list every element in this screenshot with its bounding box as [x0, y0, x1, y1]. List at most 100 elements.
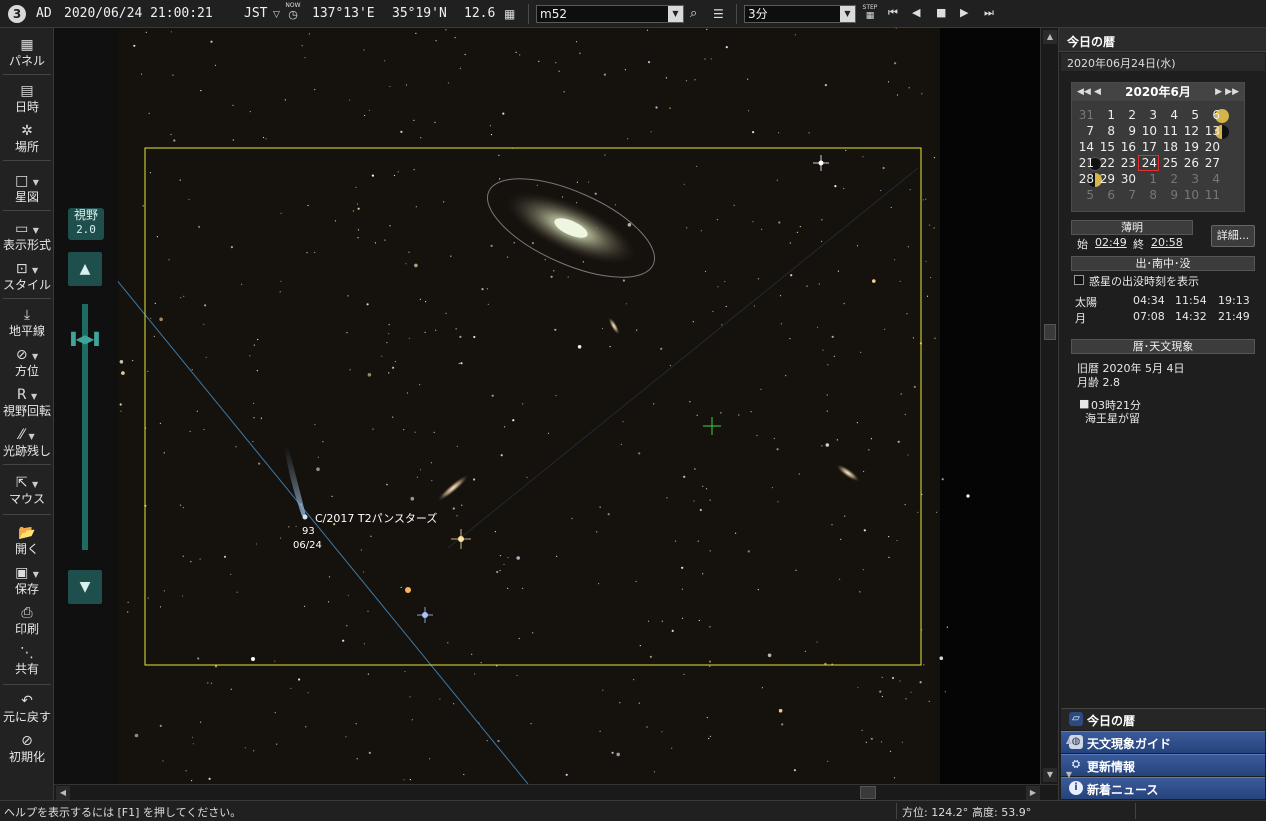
calendar-day[interactable]: 17	[1138, 139, 1159, 155]
longitude-display[interactable]: 137°13'E	[312, 6, 375, 21]
style-button[interactable]: ⊡ ▼ スタイル	[0, 260, 54, 292]
calendar-day[interactable]: 9	[1117, 123, 1138, 139]
rotate-button[interactable]: R ▼ 視野回転	[0, 386, 54, 418]
display-format-button[interactable]: ▭ ▼ 表示形式	[0, 220, 54, 252]
panel-scroll-down-icon[interactable]: ▼	[1062, 768, 1076, 782]
calendar-day[interactable]: 14	[1075, 139, 1096, 155]
calendar-day[interactable]: 30	[1117, 171, 1138, 187]
calendar-day[interactable]: 31	[1075, 107, 1096, 123]
datetime-button[interactable]: ▤ 日時	[0, 82, 54, 114]
scroll-left-icon[interactable]: ◀	[56, 786, 70, 800]
calendar-day[interactable]: 21	[1075, 155, 1096, 171]
datetime-display[interactable]: 2020/06/24 21:00:21	[64, 6, 213, 21]
tab-news[interactable]: i 新着ニュース	[1061, 777, 1265, 799]
prev-month-icon[interactable]: ◀◀ ◀	[1077, 83, 1101, 101]
calendar-day[interactable]: 4	[1159, 107, 1180, 123]
tab-astronomy-guide[interactable]: ◍ 天文現象ガイド	[1061, 731, 1265, 753]
calendar-day[interactable]: 10	[1138, 123, 1159, 139]
calendar-day[interactable]: 10	[1180, 187, 1201, 203]
time-step-combo[interactable]: 3分 ▼	[744, 5, 856, 23]
planet-rise-set-checkbox[interactable]	[1074, 275, 1084, 285]
calendar-day[interactable]: 11	[1159, 123, 1180, 139]
elevation-display[interactable]: 12.6	[464, 6, 495, 21]
tab-updates[interactable]: ⛭ 更新情報	[1061, 754, 1265, 776]
sky-view[interactable]: C/2017 T2パンスターズ 93 06/24	[118, 28, 1040, 784]
detail-button[interactable]: 詳細...	[1211, 225, 1255, 247]
scroll-thumb[interactable]	[1044, 324, 1056, 340]
calendar-day[interactable]: 5	[1075, 187, 1096, 203]
fov-indicator[interactable]: 視野 2.0	[68, 208, 104, 240]
panel-button[interactable]: ▦ パネル	[0, 36, 54, 68]
scroll-right-icon[interactable]: ▶	[1026, 786, 1040, 800]
skip-forward-icon[interactable]: ⏭	[984, 6, 994, 20]
app-logo[interactable]: 3	[8, 5, 26, 23]
calendar-day[interactable]: 9	[1159, 187, 1180, 203]
next-month-icon[interactable]: ▶ ▶▶	[1215, 83, 1239, 101]
calendar-day[interactable]: 13	[1201, 123, 1222, 139]
open-button[interactable]: 📂 開く	[0, 524, 54, 556]
calendar-day[interactable]: 12	[1180, 123, 1201, 139]
calendar-day[interactable]: 1	[1096, 107, 1117, 123]
calendar-day[interactable]: 25	[1159, 155, 1180, 171]
zoom-in-button[interactable]: ▲	[68, 252, 102, 286]
comet-nucleus[interactable]	[302, 514, 308, 520]
calendar-day[interactable]: 28	[1075, 171, 1096, 187]
vertical-scrollbar[interactable]: ▲ ▼	[1040, 28, 1058, 784]
location-button[interactable]: ✲ 場所	[0, 122, 54, 154]
print-button[interactable]: ⎙ 印刷	[0, 604, 54, 636]
calendar-day[interactable]: 4	[1201, 171, 1222, 187]
horizontal-scrollbar[interactable]: ◀ ▶	[54, 784, 1058, 800]
scroll-thumb[interactable]	[860, 786, 876, 799]
stop-icon[interactable]: ■	[936, 6, 946, 19]
trail-button[interactable]: ⁄⁄ ▼ 光跡残し	[0, 426, 54, 458]
object-search-combo[interactable]: m52 ▼	[536, 5, 684, 23]
calendar-day[interactable]: 22	[1096, 155, 1117, 171]
calendar-day[interactable]: 26	[1180, 155, 1201, 171]
step-icon[interactable]: STEP ▦	[861, 4, 879, 21]
calendar-day[interactable]: 20	[1201, 139, 1222, 155]
calendar-day[interactable]: 8	[1096, 123, 1117, 139]
share-button[interactable]: ⋱ 共有	[0, 644, 54, 676]
calendar-day[interactable]: 11	[1201, 187, 1222, 203]
calendar-day[interactable]: 29	[1096, 171, 1117, 187]
direction-button[interactable]: ⊘ ▼ 方位	[0, 346, 54, 378]
scroll-up-icon[interactable]: ▲	[1043, 30, 1057, 44]
skip-back-icon[interactable]: ⏮	[888, 6, 898, 20]
calendar-day-today[interactable]: 24	[1138, 155, 1159, 171]
keyboard-icon[interactable]: ▦	[504, 6, 515, 22]
starmap-button[interactable]: □ ▼ 星図	[0, 172, 54, 204]
undo-button[interactable]: ↶ 元に戻す	[0, 692, 54, 724]
horizon-button[interactable]: ⤓ 地平線	[0, 306, 54, 338]
list-icon[interactable]: ☰	[713, 6, 724, 22]
calendar-day[interactable]: 1	[1138, 171, 1159, 187]
calendar-day[interactable]: 18	[1159, 139, 1180, 155]
calendar-day[interactable]: 5	[1180, 107, 1201, 123]
comet-label[interactable]: C/2017 T2パンスターズ	[315, 510, 437, 526]
calendar-day[interactable]: 23	[1117, 155, 1138, 171]
step-forward-icon[interactable]: ▶	[960, 6, 968, 19]
latitude-display[interactable]: 35°19'N	[392, 6, 447, 21]
calendar-day[interactable]: 15	[1096, 139, 1117, 155]
zoom-out-button[interactable]: ▼	[68, 570, 102, 604]
chevron-down-icon[interactable]: ▼	[668, 6, 683, 22]
calendar-day[interactable]: 3	[1138, 107, 1159, 123]
scroll-down-icon[interactable]: ▼	[1043, 768, 1057, 782]
tab-today-almanac[interactable]: ▱ 今日の暦	[1061, 708, 1265, 730]
calendar-day[interactable]: 6	[1201, 107, 1222, 123]
mouse-button[interactable]: ⇱ ▼ マウス	[0, 474, 54, 506]
calendar-day[interactable]: 7	[1117, 187, 1138, 203]
calendar-day[interactable]: 3	[1180, 171, 1201, 187]
chevron-down-icon[interactable]: ▼	[840, 6, 855, 22]
timezone-dropdown-icon[interactable]: ▽	[273, 7, 280, 23]
fov-slider-handle[interactable]: ▐◀▶▌	[66, 332, 104, 346]
search-icon[interactable]: ⌕	[690, 6, 697, 22]
panel-scroll-up-icon[interactable]: ▲	[1062, 734, 1076, 748]
calendar-day[interactable]: 16	[1117, 139, 1138, 155]
calendar-day[interactable]: 2	[1159, 171, 1180, 187]
calendar-day[interactable]: 8	[1138, 187, 1159, 203]
calendar-day[interactable]: 27	[1201, 155, 1222, 171]
calendar-day[interactable]: 2	[1117, 107, 1138, 123]
calendar-day[interactable]: 6	[1096, 187, 1117, 203]
now-clock-icon[interactable]: NOW ◷	[285, 2, 301, 21]
calendar-day[interactable]: 19	[1180, 139, 1201, 155]
